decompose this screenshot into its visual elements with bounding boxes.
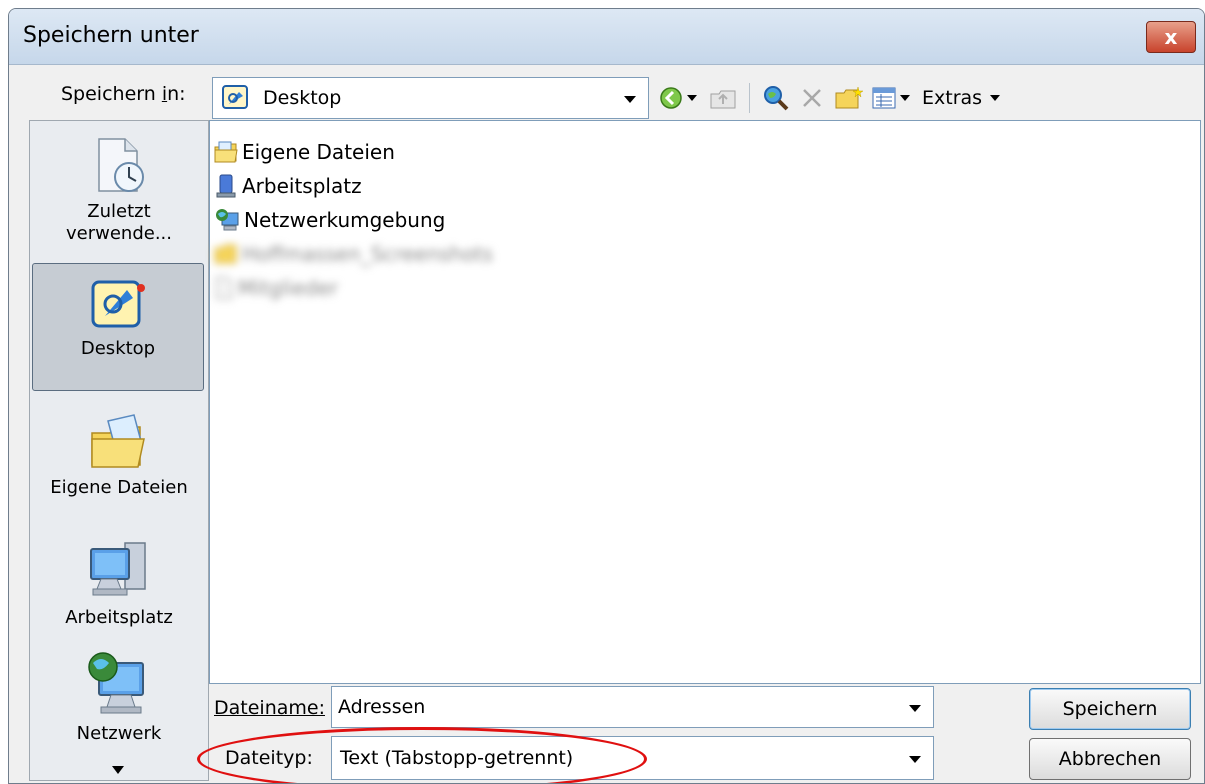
list-item[interactable]: Eigene Dateien	[214, 137, 395, 167]
place-my-documents[interactable]: Eigene Dateien	[30, 411, 208, 499]
place-network-label: Netzwerk	[76, 723, 162, 744]
delete-icon	[803, 89, 821, 107]
file-name: Mitglieder	[238, 276, 338, 300]
place-desktop[interactable]: Desktop	[32, 263, 204, 391]
file-name: Netzwerkumgebung	[244, 208, 446, 232]
new-folder-icon	[835, 86, 864, 109]
file-name: Eigene Dateien	[242, 140, 395, 164]
filename-combobox[interactable]	[331, 686, 934, 728]
place-recent-label-1: Zuletzt	[87, 201, 151, 222]
filename-input[interactable]	[336, 691, 896, 723]
views-button[interactable]	[872, 81, 914, 115]
list-item[interactable]: Mitglieder	[214, 273, 338, 303]
my-documents-folder-icon	[91, 414, 145, 468]
toolbar-separator	[749, 83, 750, 113]
place-my-documents-label: Eigene Dateien	[50, 477, 188, 498]
file-name: Arbeitsplatz	[242, 174, 362, 198]
place-my-computer[interactable]: Arbeitsplatz	[30, 539, 208, 629]
search-web-icon	[764, 86, 789, 111]
views-dropdown-icon[interactable]	[900, 95, 910, 101]
scroll-down-icon[interactable]	[112, 766, 124, 774]
save-as-dialog: Speichern unter x Speichern in: Desktop	[8, 8, 1205, 784]
cancel-button[interactable]: Abbrechen	[1029, 738, 1191, 780]
views-icon	[872, 87, 896, 109]
dialog-title: Speichern unter	[23, 23, 199, 48]
list-item[interactable]: Netzwerkumgebung	[214, 205, 445, 235]
network-icon	[88, 652, 144, 714]
network-icon	[216, 209, 239, 231]
places-bar: Zuletzt verwende... Desktop Eigene Datei…	[29, 120, 209, 781]
my-computer-icon	[90, 542, 146, 596]
chevron-down-icon[interactable]	[909, 705, 921, 712]
place-recent-label-2: verwende...	[66, 223, 172, 244]
save-in-value: Desktop	[263, 87, 342, 109]
filename-label: Dateiname:	[214, 697, 325, 719]
list-item[interactable]: Arbeitsplatz	[214, 171, 362, 201]
close-button[interactable]: x	[1146, 21, 1196, 53]
chevron-down-icon[interactable]	[624, 96, 636, 103]
list-item[interactable]: Hoffmassen_Screenshots	[214, 239, 493, 269]
file-list[interactable]: Eigene Dateien Arbeitsplatz Netzwerkumge…	[209, 120, 1201, 684]
folder-icon	[214, 244, 237, 264]
document-icon	[215, 276, 233, 300]
back-dropdown-icon[interactable]	[687, 95, 697, 101]
save-in-dropdown[interactable]: Desktop	[212, 77, 649, 119]
place-network[interactable]: Netzwerk	[30, 651, 208, 745]
place-my-computer-label: Arbeitsplatz	[65, 607, 173, 628]
up-folder-icon	[710, 90, 736, 109]
filetype-label: Dateityp:	[225, 747, 313, 769]
search-web-button[interactable]	[762, 81, 790, 115]
file-name: Hoffmassen_Screenshots	[242, 242, 493, 266]
chevron-down-icon[interactable]	[909, 756, 921, 763]
new-folder-button[interactable]	[834, 81, 864, 115]
save-in-label: Speichern in:	[61, 83, 186, 105]
back-arrow-icon	[660, 87, 682, 109]
filetype-value: Text (Tabstopp-getrennt)	[340, 747, 574, 769]
back-button[interactable]	[659, 81, 701, 115]
extras-menu-button[interactable]: Extras	[922, 87, 1004, 109]
place-recent[interactable]: Zuletzt verwende...	[30, 135, 208, 245]
close-icon: x	[1164, 25, 1178, 49]
place-desktop-label: Desktop	[80, 338, 156, 359]
filetype-dropdown[interactable]: Text (Tabstopp-getrennt)	[331, 736, 934, 780]
my-documents-folder-icon	[214, 141, 238, 163]
extras-label: Extras	[922, 87, 983, 109]
filename-label-text: Dateiname:	[214, 697, 325, 719]
save-button[interactable]: Speichern	[1029, 688, 1191, 730]
desktop-icon	[222, 85, 248, 109]
toolbar: Extras	[659, 77, 1004, 119]
extras-dropdown-icon	[990, 95, 1001, 101]
title-bar[interactable]: Speichern unter x	[9, 9, 1204, 65]
up-folder-button[interactable]	[709, 81, 737, 115]
save-button-label: Speichern	[1062, 698, 1158, 720]
my-computer-icon	[216, 174, 236, 198]
desktop-icon	[91, 280, 145, 328]
cancel-button-label: Abbrechen	[1058, 748, 1162, 770]
delete-button[interactable]	[798, 81, 826, 115]
recent-documents-icon	[98, 138, 144, 192]
